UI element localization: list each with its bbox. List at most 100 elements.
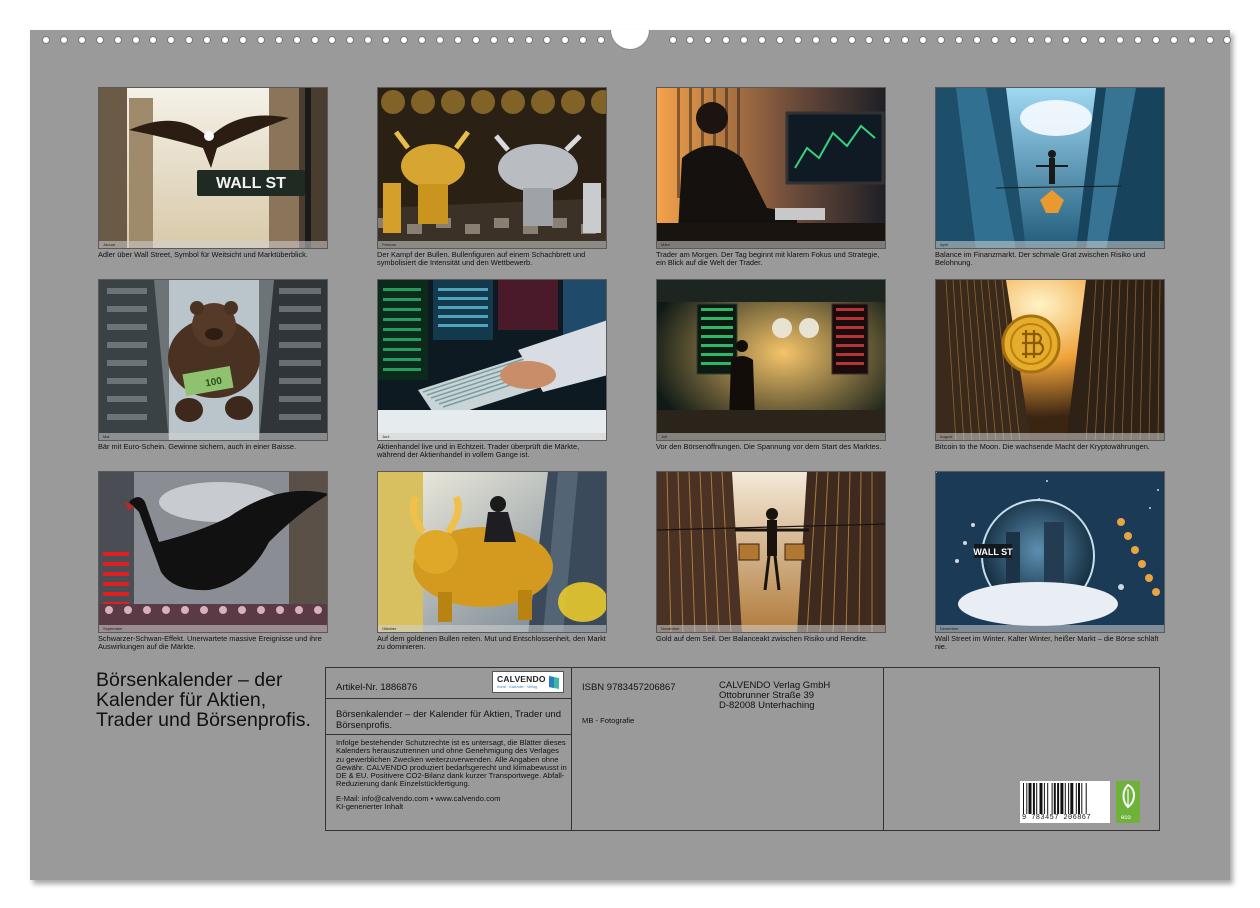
binding-hole: [704, 36, 713, 44]
month-label: Dezember: [940, 626, 959, 631]
binding-hole: [686, 36, 695, 44]
binding-hole: [274, 36, 283, 44]
binding-hole: [328, 36, 337, 44]
binding-hole: [543, 36, 552, 44]
binding-hole: [1044, 36, 1053, 44]
month-caption: Schwarzer-Schwan-Effekt. Unerwartete mas…: [98, 634, 322, 652]
binding-hole: [59, 36, 68, 44]
month-label: November: [661, 626, 680, 631]
binding-hole: [489, 36, 498, 44]
binding-hole: [919, 36, 928, 44]
calendar-date-strip: [936, 433, 1164, 440]
binding-hole: [1223, 36, 1232, 44]
logo-name: CALVENDO: [497, 674, 546, 684]
calendar-date-strip: [657, 241, 885, 248]
binding-hole: [1133, 36, 1142, 44]
binding-hole: [185, 36, 194, 44]
month-preview-9: September: [98, 471, 328, 633]
eco-badge: eco: [1116, 781, 1140, 823]
calvendo-logo: CALVENDO Kunst · Kalender · Verlag: [492, 671, 564, 693]
binding-hole: [1116, 36, 1124, 44]
article-number: Artikel-Nr. 1886876: [336, 682, 418, 693]
scene-exchange-hall: [657, 280, 885, 440]
svg-text:WALL ST: WALL ST: [973, 547, 1013, 557]
month-preview-12: WALL ST Dezember: [935, 471, 1165, 633]
scene-trader-desk: [657, 88, 885, 248]
binding-hole: [758, 36, 766, 44]
calendar-date-strip: [378, 625, 606, 632]
month-label: April: [940, 242, 949, 247]
month-label: August: [940, 434, 953, 439]
binding-hole: [1169, 36, 1178, 44]
scene-tightrope-sky: [936, 88, 1164, 248]
calendar-title: Börsenkalender – der Kalender für Aktien…: [96, 669, 311, 731]
month-preview-7: Juli: [656, 279, 886, 441]
binding-hole: [42, 36, 50, 44]
month-label: Juli: [661, 434, 668, 439]
month-preview-1: WALL ST Januar: [98, 87, 328, 249]
month-caption: Gold auf dem Seil. Der Balanceakt zwisch…: [656, 634, 868, 643]
month-preview-6: Juni: [377, 279, 607, 441]
binding-hole: [435, 36, 444, 44]
calendar-date-strip: [378, 433, 606, 440]
binding-hole: [453, 36, 462, 44]
month-caption: Bär mit Euro-Schein. Gewinne sichern, au…: [98, 442, 296, 451]
calendar-date-strip: [378, 241, 606, 248]
binding-hole: [1026, 36, 1035, 44]
calendar-date-strip: [936, 625, 1164, 632]
calendar-date-strip: [99, 625, 327, 632]
binding-hole: [1008, 36, 1017, 44]
product-title: Börsenkalender – der Kalender für Aktien…: [336, 709, 561, 731]
barcode-bars: [1023, 783, 1087, 814]
month-preview-11: November: [656, 471, 886, 633]
binding-hole: [131, 36, 140, 44]
binding-hole: [883, 36, 892, 44]
scene-snow-globe: WALL ST: [936, 472, 1164, 632]
scene-chess-bulls: [378, 88, 606, 248]
month-caption: Der Kampf der Bullen. Bullenfiguren auf …: [377, 250, 586, 268]
isbn-barcode: 9 783457 206867: [1020, 781, 1110, 823]
calvendo-mark-icon: [549, 676, 559, 689]
binding-hole: [722, 36, 731, 44]
month-caption: Vor den Börsenöffnungen. Die Spannung vo…: [656, 442, 882, 451]
calendar-date-strip: [99, 433, 327, 440]
svg-text:WALL ST: WALL ST: [216, 175, 286, 192]
month-label: Februar: [382, 242, 397, 247]
binding-hole: [400, 36, 408, 44]
binding-hole: [990, 36, 999, 44]
logo-tagline: Kunst · Kalender · Verlag: [497, 685, 538, 689]
binding-hole: [346, 36, 355, 44]
isbn: ISBN 9783457206867: [582, 682, 676, 693]
month-label: September: [103, 626, 123, 631]
scene-black-swan: [99, 472, 327, 632]
info-row-divider: [325, 734, 572, 735]
binding-hole: [77, 36, 86, 44]
month-caption: Auf dem goldenen Bullen reiten. Mut und …: [377, 634, 606, 652]
month-preview-5: 100 Mai: [98, 279, 328, 441]
calendar-date-strip: [936, 241, 1164, 248]
scene-gold-rope: [657, 472, 885, 632]
calendar-date-strip: [657, 433, 885, 440]
month-caption: Aktienhandel live und in Echtzeit. Trade…: [377, 442, 580, 460]
binding-hole: [113, 36, 122, 44]
month-label: Januar: [103, 242, 116, 247]
publisher-city: D-82008 Unterhaching: [719, 700, 815, 711]
binding-hole: [525, 36, 534, 44]
binding-hole: [1098, 36, 1107, 44]
leaf-icon: [1122, 783, 1135, 809]
binding-hole: [417, 36, 426, 44]
scene-banknotes-screens: [378, 280, 606, 440]
binding-hole: [167, 36, 176, 44]
month-preview-2: Februar: [377, 87, 607, 249]
binding-hole: [811, 36, 820, 44]
binding-hole: [954, 36, 963, 44]
binding-hole: [561, 36, 570, 44]
scene-eagle-wallst: WALL ST: [99, 88, 327, 248]
binding-hole: [865, 36, 874, 44]
binding-hole: [471, 36, 480, 44]
scene-bear-euro: 100: [99, 280, 327, 440]
binding-hole: [256, 36, 265, 44]
binding-hole: [972, 36, 981, 44]
binding-hole: [238, 36, 247, 44]
binding-hole: [937, 36, 945, 44]
